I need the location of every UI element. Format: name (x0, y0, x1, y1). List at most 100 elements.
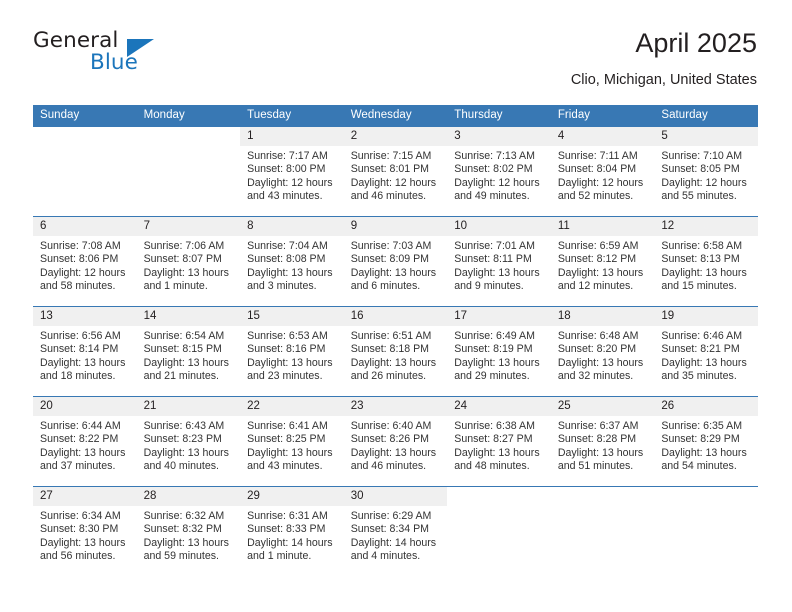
day-number: 27 (33, 487, 137, 506)
daylight-line-1: Daylight: 13 hours (143, 356, 229, 369)
calendar-day-cell[interactable]: 25 Sunrise: 6:37 AM Sunset: 8:28 PM Dayligh… (550, 396, 655, 487)
calendar-day-cell[interactable]: 23 Sunrise: 6:40 AM Sunset: 8:26 PM Dayligh… (343, 396, 448, 487)
calendar-day-cell[interactable]: 22 Sunrise: 6:41 AM Sunset: 8:25 PM Dayligh… (240, 396, 344, 487)
calendar-day-cell[interactable]: 21 Sunrise: 6:43 AM Sunset: 8:23 PM Dayligh… (136, 396, 241, 487)
daylight-line-1: Daylight: 13 hours (350, 356, 437, 369)
day-info: Sunrise: 6:54 AM Sunset: 8:15 PM Daylight:… (137, 326, 241, 384)
day-info: Sunrise: 6:40 AM Sunset: 8:26 PM Daylight:… (344, 416, 448, 474)
daylight-line-1: Daylight: 13 hours (40, 446, 126, 459)
daylight-line-2: and 18 minutes. (40, 370, 116, 383)
day-info: Sunrise: 6:53 AM Sunset: 8:16 PM Daylight:… (240, 326, 344, 384)
sunset-time: Sunset: 8:22 PM (40, 433, 119, 446)
sunset-time: Sunset: 8:33 PM (247, 523, 326, 536)
calendar-day-cell[interactable]: 6 Sunrise: 7:08 AM Sunset: 8:06 PM Daylight… (33, 216, 137, 307)
calendar-week-row: 1 Sunrise: 7:17 AM Sunset: 8:00 PM Daylight… (33, 126, 758, 217)
day-number (447, 487, 551, 506)
calendar-day-cell[interactable]: 3 Sunrise: 7:13 AM Sunset: 8:02 PM Daylight… (447, 126, 551, 217)
sunset-time: Sunset: 8:29 PM (661, 433, 740, 446)
location-subtitle: Clio, Michigan, United States (570, 72, 757, 88)
calendar-day-cell[interactable]: 29 Sunrise: 6:31 AM Sunset: 8:33 PM Dayligh… (240, 486, 344, 576)
sunset-time: Sunset: 8:34 PM (350, 523, 430, 536)
daylight-line-2: and 55 minutes. (661, 190, 737, 203)
calendar-day-cell[interactable]: 9 Sunrise: 7:03 AM Sunset: 8:09 PM Daylight… (343, 216, 448, 307)
daylight-line-1: Daylight: 13 hours (143, 266, 229, 279)
day-number (33, 127, 137, 146)
daylight-line-1: Daylight: 13 hours (350, 266, 437, 279)
calendar-day-cell[interactable]: 26 Sunrise: 6:35 AM Sunset: 8:29 PM Dayligh… (654, 396, 758, 487)
sunrise-time: Sunrise: 6:32 AM (143, 510, 225, 522)
sunset-time: Sunset: 8:18 PM (350, 343, 430, 356)
calendar-day-cell[interactable]: 7 Sunrise: 7:06 AM Sunset: 8:07 PM Daylight… (136, 216, 241, 307)
weekday-header-thursday: Thursday (447, 105, 551, 127)
day-number: 12 (654, 217, 758, 236)
day-number: 6 (33, 217, 137, 236)
calendar-day-cell[interactable]: 30 Sunrise: 6:29 AM Sunset: 8:34 PM Dayligh… (343, 486, 448, 576)
day-info: Sunrise: 6:49 AM Sunset: 8:19 PM Daylight:… (447, 326, 551, 384)
sunrise-time: Sunrise: 7:01 AM (454, 240, 535, 252)
calendar-day-cell[interactable]: 24 Sunrise: 6:38 AM Sunset: 8:27 PM Dayligh… (447, 396, 551, 487)
calendar-day-cell[interactable]: 16 Sunrise: 6:51 AM Sunset: 8:18 PM Dayligh… (343, 306, 448, 397)
weekday-header-row: Sunday Monday Tuesday Wednesday Thursday… (33, 105, 758, 127)
sunrise-time: Sunrise: 6:58 AM (661, 240, 743, 252)
daylight-line-1: Daylight: 13 hours (661, 356, 747, 369)
day-number: 20 (33, 397, 137, 416)
calendar-day-cell[interactable]: 5 Sunrise: 7:10 AM Sunset: 8:05 PM Daylight… (654, 126, 758, 217)
day-number: 24 (447, 397, 551, 416)
calendar-cell-empty (447, 486, 551, 576)
calendar-day-cell[interactable]: 1 Sunrise: 7:17 AM Sunset: 8:00 PM Daylight… (240, 126, 344, 217)
daylight-line-2: and 15 minutes. (661, 280, 737, 293)
weekday-header-wednesday: Wednesday (343, 105, 448, 127)
calendar-day-cell[interactable]: 18 Sunrise: 6:48 AM Sunset: 8:20 PM Dayligh… (550, 306, 655, 397)
sunrise-time: Sunrise: 7:17 AM (247, 150, 328, 162)
calendar-day-cell[interactable]: 13 Sunrise: 6:56 AM Sunset: 8:14 PM Dayligh… (33, 306, 137, 397)
calendar-day-cell[interactable]: 2 Sunrise: 7:15 AM Sunset: 8:01 PM Daylight… (343, 126, 448, 217)
page-title: April 2025 (635, 28, 757, 58)
calendar-day-cell[interactable]: 15 Sunrise: 6:53 AM Sunset: 8:16 PM Dayligh… (240, 306, 344, 397)
title-block: April 2025 Clio, Michigan, United States (571, 26, 757, 89)
calendar-cell-empty (136, 126, 241, 217)
calendar-day-cell[interactable]: 19 Sunrise: 6:46 AM Sunset: 8:21 PM Dayligh… (654, 306, 758, 397)
calendar-day-cell[interactable]: 28 Sunrise: 6:32 AM Sunset: 8:32 PM Dayligh… (136, 486, 241, 576)
day-number: 26 (654, 397, 758, 416)
sunrise-time: Sunrise: 6:35 AM (661, 420, 743, 432)
daylight-line-1: Daylight: 12 hours (247, 176, 333, 189)
daylight-line-2: and 35 minutes. (661, 370, 737, 383)
day-number (654, 487, 758, 506)
sunrise-time: Sunrise: 6:48 AM (557, 330, 639, 342)
calendar-day-cell[interactable]: 11 Sunrise: 6:59 AM Sunset: 8:12 PM Dayligh… (550, 216, 655, 307)
daylight-line-2: and 1 minute. (143, 280, 208, 293)
daylight-line-1: Daylight: 12 hours (661, 176, 747, 189)
daylight-line-2: and 43 minutes. (247, 460, 323, 473)
calendar-day-cell[interactable]: 8 Sunrise: 7:04 AM Sunset: 8:08 PM Daylight… (240, 216, 344, 307)
sunrise-time: Sunrise: 6:44 AM (40, 420, 121, 432)
daylight-line-2: and 51 minutes. (557, 460, 634, 473)
calendar-day-cell[interactable]: 27 Sunrise: 6:34 AM Sunset: 8:30 PM Dayligh… (33, 486, 137, 576)
sunset-time: Sunset: 8:20 PM (557, 343, 637, 356)
day-number: 13 (33, 307, 137, 326)
day-info: Sunrise: 6:44 AM Sunset: 8:22 PM Daylight:… (33, 416, 137, 474)
day-info: Sunrise: 6:35 AM Sunset: 8:29 PM Daylight:… (654, 416, 758, 474)
sunset-time: Sunset: 8:15 PM (143, 343, 222, 356)
daylight-line-1: Daylight: 13 hours (557, 266, 644, 279)
daylight-line-1: Daylight: 13 hours (40, 356, 126, 369)
day-info: Sunrise: 6:38 AM Sunset: 8:27 PM Daylight:… (447, 416, 551, 474)
calendar-week-row: 6 Sunrise: 7:08 AM Sunset: 8:06 PM Daylight… (33, 216, 758, 307)
general-blue-logo[interactable]: General Blue (33, 28, 263, 86)
daylight-line-2: and 32 minutes. (557, 370, 634, 383)
calendar-day-cell[interactable]: 12 Sunrise: 6:58 AM Sunset: 8:13 PM Dayligh… (654, 216, 758, 307)
sunset-time: Sunset: 8:07 PM (143, 253, 222, 266)
sunset-time: Sunset: 8:19 PM (454, 343, 533, 356)
daylight-line-2: and 9 minutes. (454, 280, 524, 293)
day-info: Sunrise: 7:06 AM Sunset: 8:07 PM Daylight:… (137, 236, 241, 294)
calendar-day-cell[interactable]: 17 Sunrise: 6:49 AM Sunset: 8:19 PM Dayligh… (447, 306, 551, 397)
daylight-line-2: and 49 minutes. (454, 190, 530, 203)
calendar-day-cell[interactable]: 10 Sunrise: 7:01 AM Sunset: 8:11 PM Dayligh… (447, 216, 551, 307)
day-number: 23 (343, 397, 448, 416)
daylight-line-2: and 43 minutes. (247, 190, 323, 203)
day-info: Sunrise: 6:48 AM Sunset: 8:20 PM Daylight:… (551, 326, 655, 384)
sunset-time: Sunset: 8:30 PM (40, 523, 119, 536)
calendar-day-cell[interactable]: 20 Sunrise: 6:44 AM Sunset: 8:22 PM Dayligh… (33, 396, 137, 487)
calendar-day-cell[interactable]: 14 Sunrise: 6:54 AM Sunset: 8:15 PM Dayligh… (136, 306, 241, 397)
calendar-day-cell[interactable]: 4 Sunrise: 7:11 AM Sunset: 8:04 PM Daylight… (550, 126, 655, 217)
day-info: Sunrise: 6:51 AM Sunset: 8:18 PM Daylight:… (344, 326, 448, 384)
